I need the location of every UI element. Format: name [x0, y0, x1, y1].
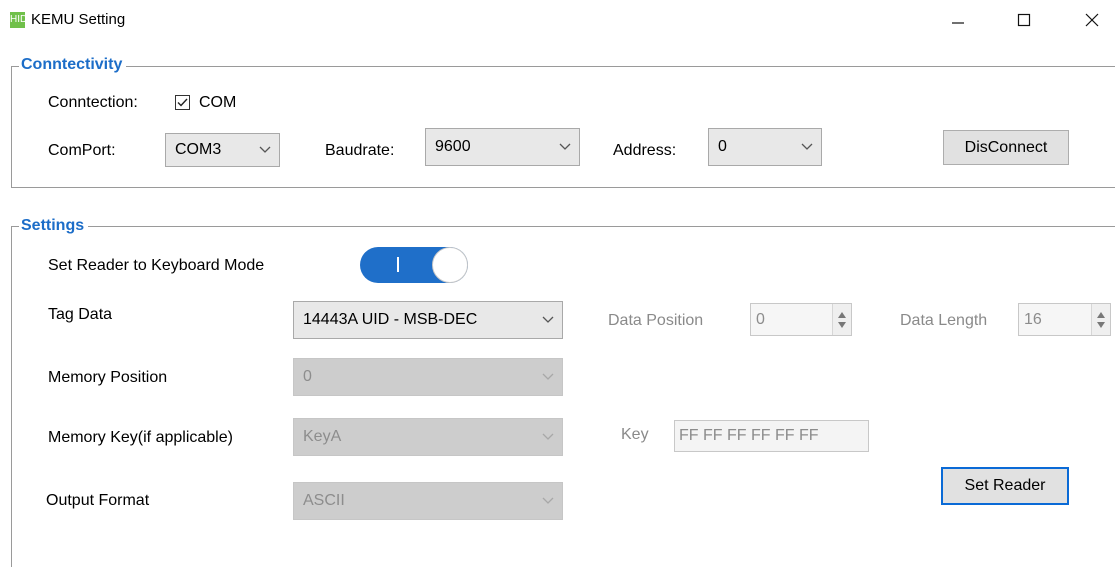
- com-checkbox-label: COM: [199, 94, 237, 111]
- com-checkbox[interactable]: [175, 95, 190, 110]
- settings-group: [11, 226, 1115, 567]
- data-length-value: 16: [1024, 310, 1042, 328]
- address-label: Address:: [613, 142, 677, 159]
- memory-key-value: KeyA: [303, 428, 342, 445]
- chevron-down-icon: [259, 146, 271, 153]
- comport-select[interactable]: COM3: [165, 133, 280, 167]
- data-position-spinner[interactable]: 0: [750, 303, 852, 336]
- memory-position-value: 0: [303, 368, 312, 385]
- address-value: 0: [718, 138, 727, 155]
- title-bar: HID KEMU Setting: [0, 0, 1115, 48]
- memory-key-label: Memory Key(if applicable): [48, 429, 233, 446]
- connectivity-legend: Conntectivity: [19, 56, 127, 74]
- baudrate-value: 9600: [435, 138, 471, 155]
- output-format-value: ASCII: [303, 492, 345, 509]
- data-length-label: Data Length: [900, 312, 988, 329]
- spinner-down-icon: [838, 322, 846, 328]
- close-button[interactable]: [1069, 0, 1115, 40]
- chevron-down-icon: [542, 373, 554, 380]
- spinner-arrows[interactable]: [1091, 304, 1110, 335]
- baudrate-select[interactable]: 9600: [425, 128, 580, 166]
- spinner-arrows[interactable]: [832, 304, 851, 335]
- keyboard-mode-label: Set Reader to Keyboard Mode: [48, 257, 265, 274]
- toggle-on-indicator: [397, 257, 399, 272]
- spinner-up-icon: [838, 312, 846, 318]
- settings-legend: Settings: [19, 217, 89, 235]
- tag-data-label: Tag Data: [48, 306, 113, 323]
- data-position-label: Data Position: [608, 312, 704, 329]
- connection-label: Conntection:: [48, 94, 138, 111]
- tag-data-value: 14443A UID - MSB-DEC: [303, 311, 478, 328]
- close-icon: [1085, 13, 1099, 27]
- checkmark-icon: [177, 98, 188, 107]
- address-select[interactable]: 0: [708, 128, 822, 166]
- memory-position-select[interactable]: 0: [293, 358, 563, 396]
- connectivity-group: [11, 66, 1115, 188]
- key-input[interactable]: FF FF FF FF FF FF: [674, 420, 869, 452]
- comport-value: COM3: [175, 141, 222, 158]
- disconnect-button[interactable]: DisConnect: [943, 130, 1069, 165]
- output-format-select[interactable]: ASCII: [293, 482, 563, 520]
- key-label: Key: [621, 426, 649, 443]
- minimize-icon: [952, 22, 964, 24]
- output-format-label: Output Format: [46, 492, 150, 509]
- comport-label: ComPort:: [48, 142, 116, 159]
- chevron-down-icon: [801, 143, 813, 150]
- spinner-up-icon: [1097, 312, 1105, 318]
- minimize-button[interactable]: [935, 0, 981, 40]
- app-icon: HID: [10, 12, 27, 28]
- chevron-down-icon: [559, 143, 571, 150]
- chevron-down-icon: [542, 316, 554, 323]
- spinner-down-icon: [1097, 322, 1105, 328]
- memory-position-label: Memory Position: [48, 369, 168, 386]
- set-reader-button[interactable]: Set Reader: [941, 467, 1069, 505]
- window-title: KEMU Setting: [31, 11, 126, 28]
- key-value: FF FF FF FF FF FF: [679, 427, 819, 444]
- maximize-button[interactable]: [1001, 0, 1047, 40]
- memory-key-select[interactable]: KeyA: [293, 418, 563, 456]
- toggle-knob: [432, 247, 468, 283]
- chevron-down-icon: [542, 497, 554, 504]
- maximize-icon: [1017, 13, 1031, 27]
- tag-data-select[interactable]: 14443A UID - MSB-DEC: [293, 301, 563, 339]
- keyboard-mode-toggle[interactable]: [360, 247, 468, 283]
- baudrate-label: Baudrate:: [325, 142, 395, 159]
- chevron-down-icon: [542, 433, 554, 440]
- data-length-spinner[interactable]: 16: [1018, 303, 1111, 336]
- data-position-value: 0: [756, 310, 765, 328]
